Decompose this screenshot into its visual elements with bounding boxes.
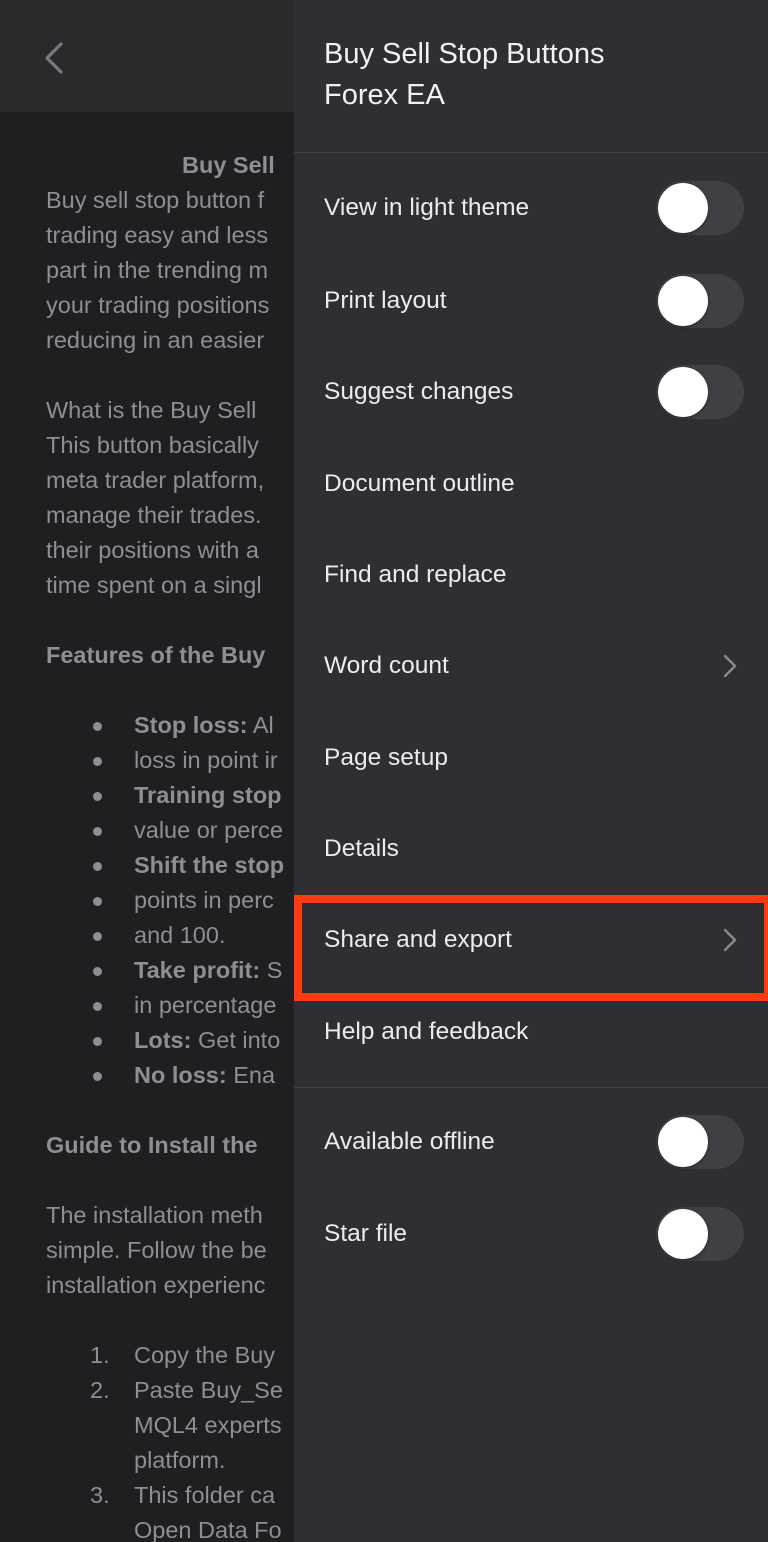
menu-item-label: Print layout (324, 287, 447, 314)
toggle-knob (658, 276, 708, 326)
menu-item-label: Available offline (324, 1128, 495, 1155)
menu-item-help-and-feedback[interactable]: Help and feedback (294, 987, 768, 1077)
menu-item-label: View in light theme (324, 194, 530, 221)
app-screen: Buy Sell Buy sell stop button f trading … (0, 0, 768, 1542)
menu-item-available-offline[interactable]: Available offline (294, 1097, 768, 1187)
menu-item-label: Suggest changes (324, 378, 514, 405)
chevron-right-icon (723, 928, 737, 952)
menu-item-label: Find and replace (324, 561, 507, 588)
drawer-title-line: Forex EA (324, 79, 445, 111)
light-theme-toggle[interactable] (656, 181, 744, 235)
toggle-knob (658, 1117, 708, 1167)
menu-item-share-and-export[interactable]: Share and export (294, 895, 768, 985)
document-options-drawer: Buy Sell Stop Buttons Forex EA View in l… (294, 0, 768, 1542)
menu-item-label: Help and feedback (324, 1018, 529, 1045)
chevron-right-icon (723, 654, 737, 678)
menu-item-label: Share and export (324, 926, 512, 953)
drawer-title: Buy Sell Stop Buttons Forex EA (324, 34, 744, 116)
menu-item-label: Page setup (324, 744, 448, 771)
back-button[interactable] (32, 36, 76, 80)
menu-item-star-file[interactable]: Star file (294, 1189, 768, 1279)
chevron-left-icon (45, 42, 63, 74)
menu-item-page-setup[interactable]: Page setup (294, 713, 768, 803)
menu-item-details[interactable]: Details (294, 804, 768, 894)
toggle-knob (658, 183, 708, 233)
menu-item-label: Star file (324, 1220, 408, 1247)
available-offline-toggle[interactable] (656, 1115, 744, 1169)
menu-item-document-outline[interactable]: Document outline (294, 439, 768, 529)
menu-item-suggest-changes[interactable]: Suggest changes (294, 347, 768, 437)
divider (294, 152, 768, 153)
menu-item-label: Details (324, 835, 399, 862)
menu-item-word-count[interactable]: Word count (294, 621, 768, 711)
menu-item-print-layout[interactable]: Print layout (294, 256, 768, 346)
suggest-changes-toggle[interactable] (656, 365, 744, 419)
divider (294, 1087, 768, 1088)
menu-item-label: Document outline (324, 470, 515, 497)
menu-item-view-light-theme[interactable]: View in light theme (294, 163, 768, 253)
toggle-knob (658, 367, 708, 417)
star-file-toggle[interactable] (656, 1207, 744, 1261)
print-layout-toggle[interactable] (656, 274, 744, 328)
drawer-title-line: Buy Sell Stop Buttons (324, 38, 605, 70)
menu-item-label: Word count (324, 652, 449, 679)
toggle-knob (658, 1209, 708, 1259)
menu-item-find-and-replace[interactable]: Find and replace (294, 530, 768, 620)
